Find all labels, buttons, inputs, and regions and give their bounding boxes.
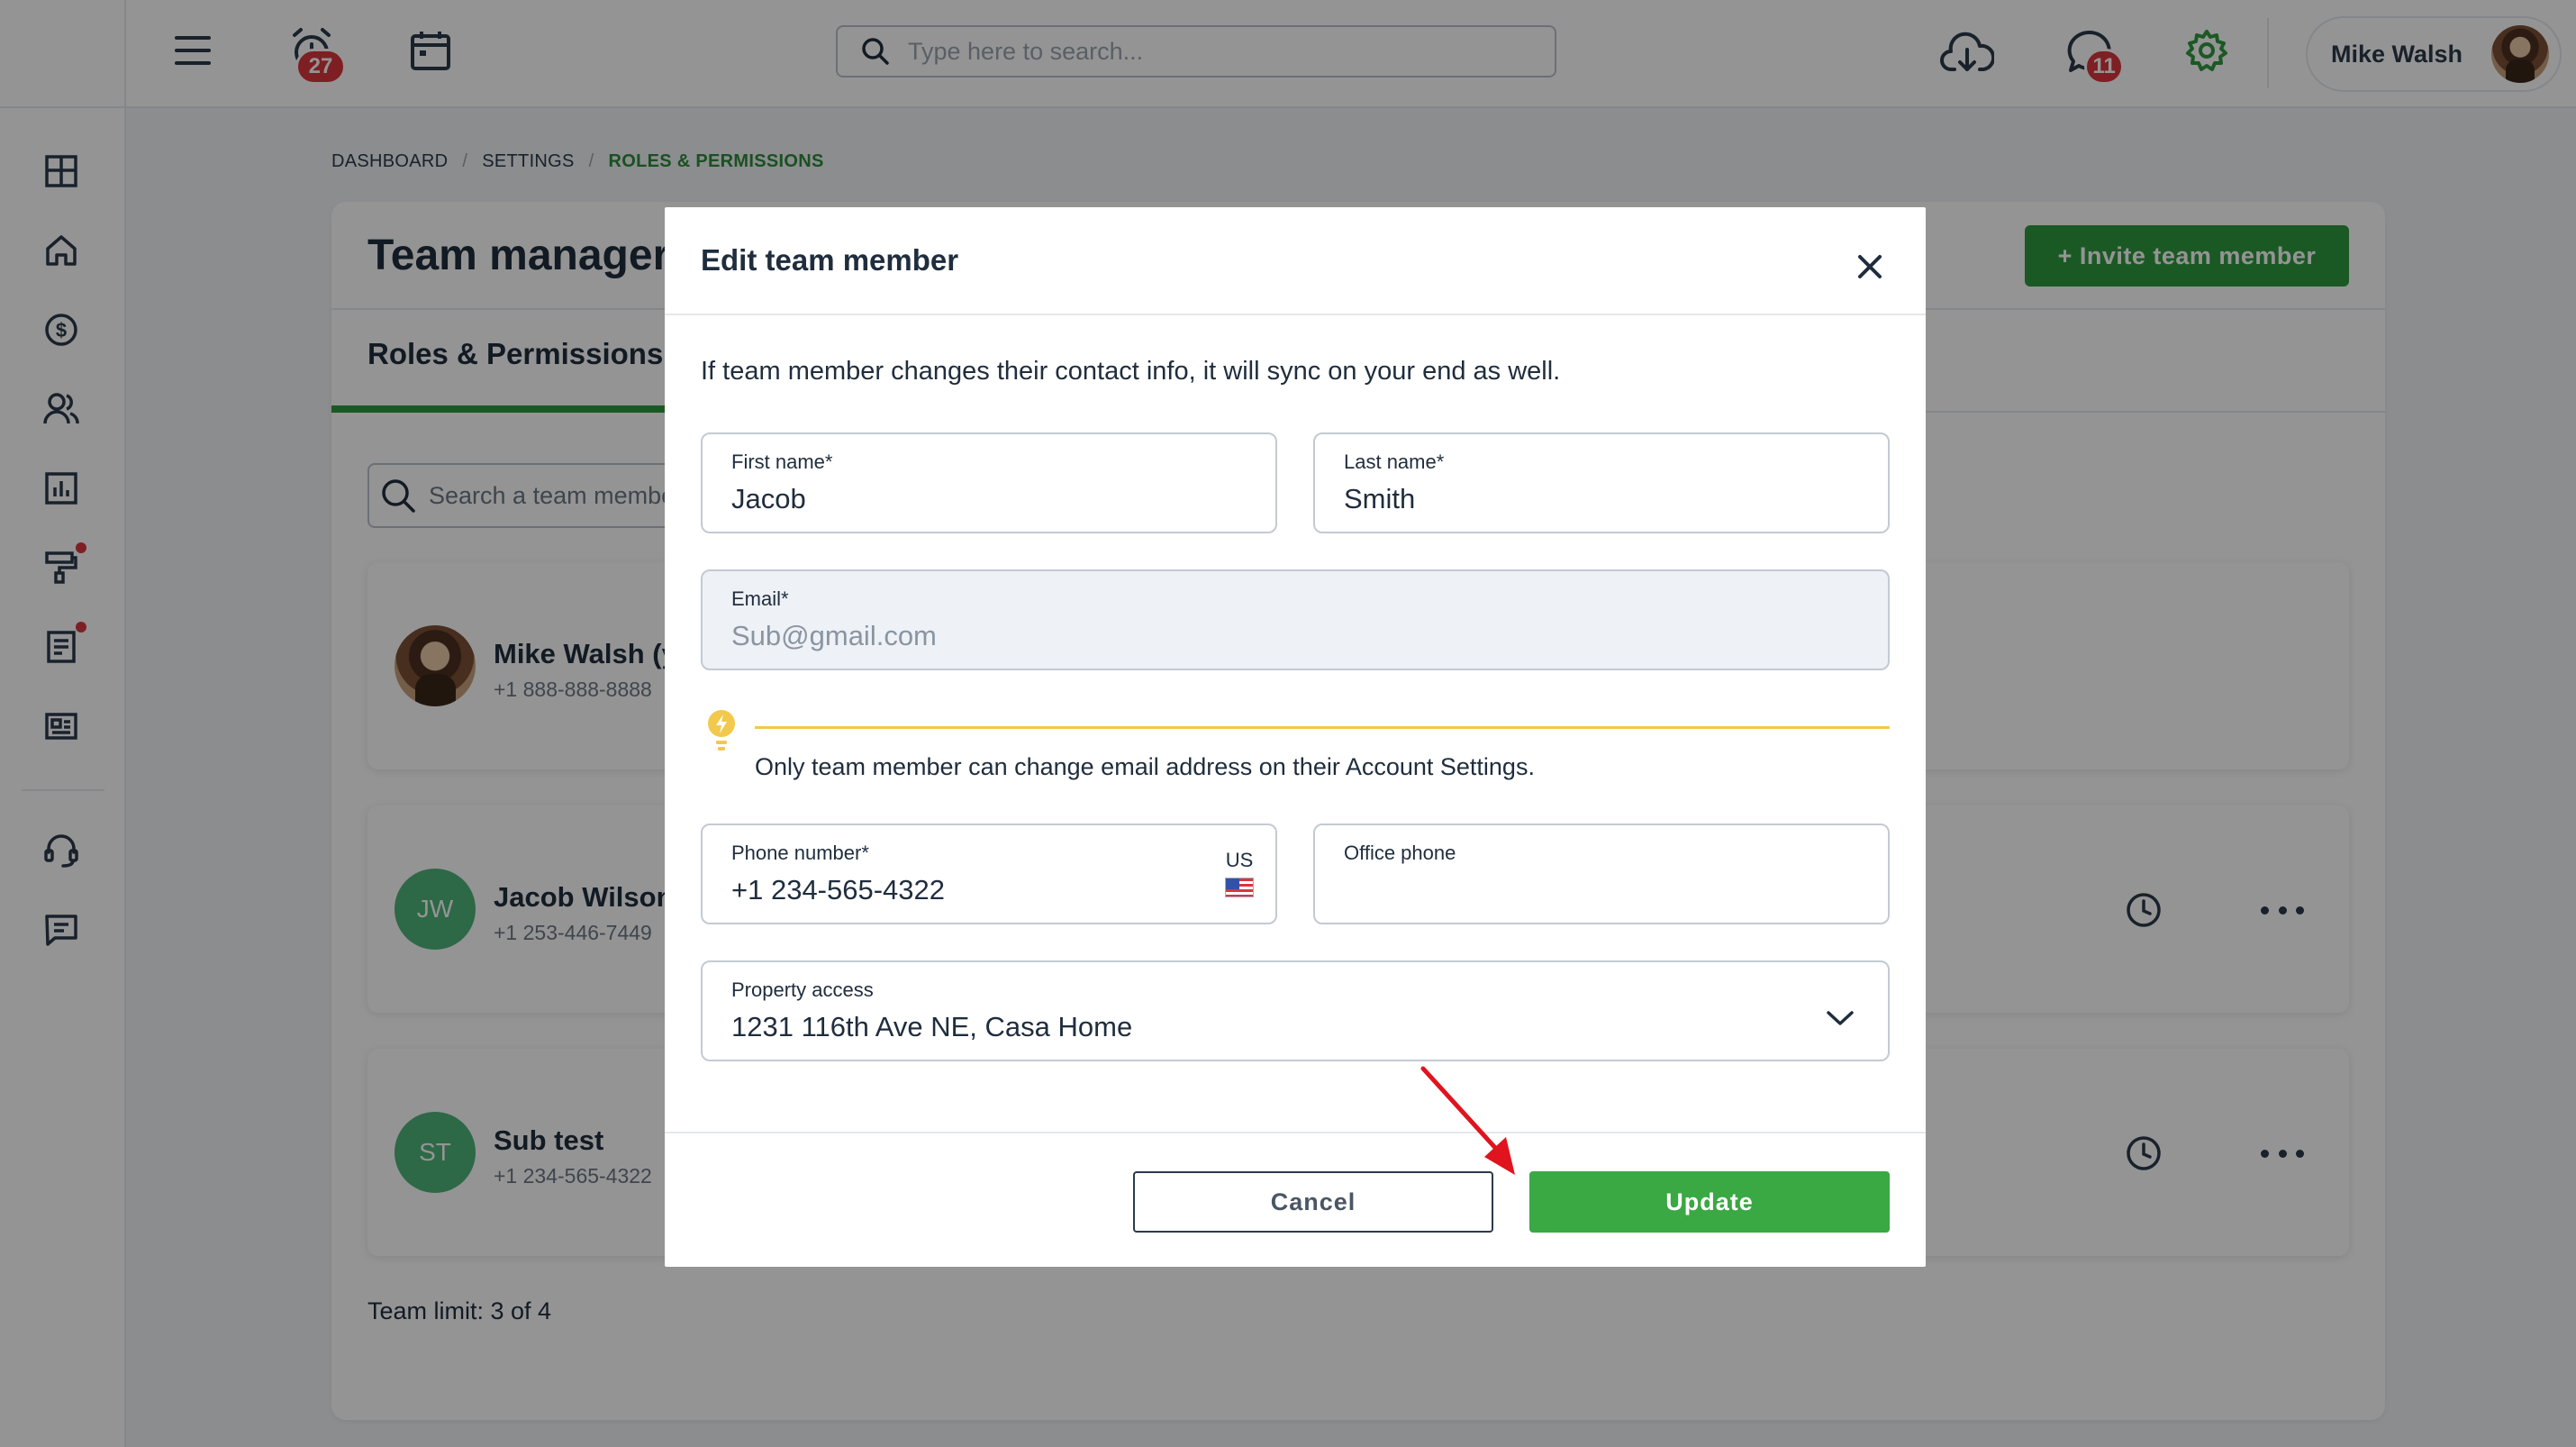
first-name-field[interactable]: First name* bbox=[701, 432, 1277, 533]
office-phone-field[interactable]: Office phone bbox=[1313, 824, 1890, 924]
country-code: US bbox=[1225, 849, 1254, 871]
last-name-label: Last name* bbox=[1344, 450, 1445, 473]
cancel-button[interactable]: Cancel bbox=[1133, 1171, 1493, 1233]
email-input bbox=[731, 620, 1773, 652]
property-access-label: Property access bbox=[731, 978, 874, 1001]
office-phone-input[interactable] bbox=[1344, 874, 1834, 906]
last-name-field[interactable]: Last name* bbox=[1313, 432, 1890, 533]
chevron-down-icon[interactable] bbox=[1825, 1007, 1855, 1029]
phone-number-field[interactable]: Phone number* US bbox=[701, 824, 1277, 924]
first-name-label: First name* bbox=[731, 450, 833, 473]
modal-footer-divider bbox=[665, 1132, 1926, 1133]
last-name-input[interactable] bbox=[1344, 483, 1834, 515]
modal-title: Edit team member bbox=[701, 243, 959, 277]
modal-note: If team member changes their contact inf… bbox=[701, 357, 1561, 386]
email-field: Email* bbox=[701, 569, 1890, 670]
close-icon[interactable] bbox=[1852, 249, 1888, 285]
property-access-value[interactable] bbox=[731, 1011, 1773, 1043]
office-phone-label: Office phone bbox=[1344, 842, 1456, 864]
phone-number-input[interactable] bbox=[731, 874, 1221, 906]
modal-header-divider bbox=[665, 314, 1926, 315]
update-button[interactable]: Update bbox=[1529, 1171, 1890, 1233]
first-name-input[interactable] bbox=[731, 483, 1221, 515]
lightbulb-icon bbox=[708, 710, 735, 751]
edit-team-member-modal: Edit team member If team member changes … bbox=[665, 207, 1926, 1267]
us-flag-icon bbox=[1225, 878, 1254, 897]
phone-number-label: Phone number* bbox=[731, 842, 869, 864]
email-label: Email* bbox=[731, 587, 789, 610]
property-access-select[interactable]: Property access bbox=[701, 960, 1890, 1061]
country-selector[interactable]: US bbox=[1223, 849, 1256, 897]
annotation-arrow-icon bbox=[1420, 1066, 1515, 1175]
tip-divider bbox=[755, 726, 1890, 729]
tip-text: Only team member can change email addres… bbox=[755, 753, 1535, 780]
